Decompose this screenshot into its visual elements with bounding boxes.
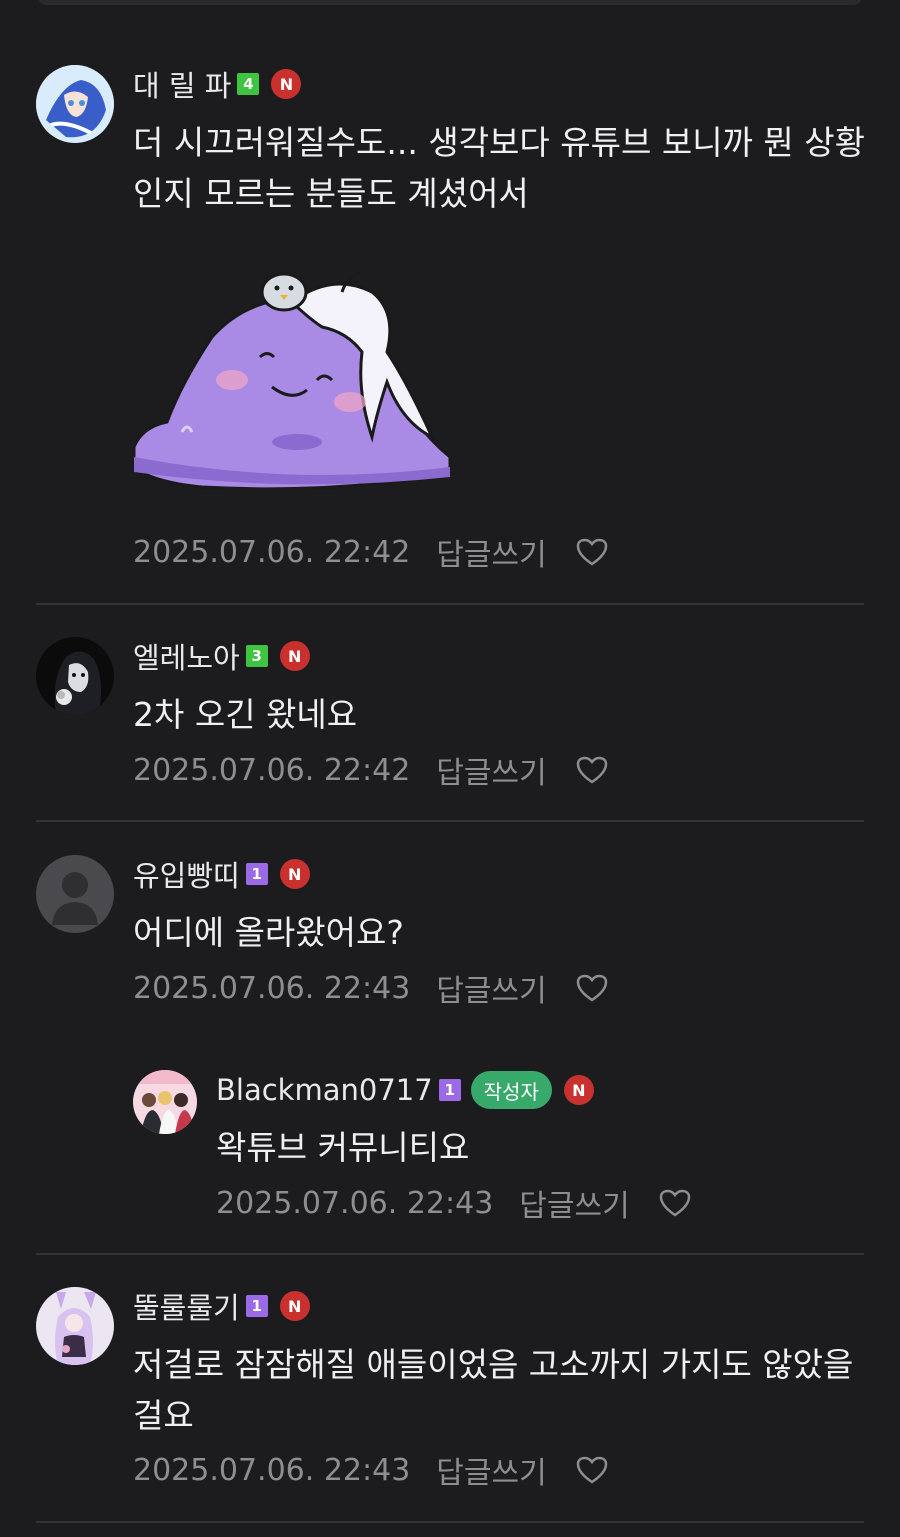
reply-button[interactable]: 답글쓰기 [436, 966, 546, 1010]
heart-icon[interactable] [575, 755, 609, 785]
divider [36, 1521, 864, 1523]
sticker-image [132, 262, 454, 492]
reply-button[interactable]: 답글쓰기 [436, 1448, 546, 1492]
comment-date: 2025.07.06. 22:42 [133, 534, 411, 570]
new-badge: N [271, 69, 302, 99]
reply-button[interactable]: 답글쓰기 [436, 748, 546, 792]
level-badge: 4 [237, 73, 260, 95]
new-badge: N [279, 641, 310, 671]
level-badge: 1 [438, 1079, 461, 1101]
divider [36, 820, 864, 822]
default-avatar-icon [36, 855, 114, 933]
comment-text: 어디에 올라왔어요? [133, 913, 404, 952]
author-badge: 작성자 [470, 1071, 552, 1109]
heart-icon[interactable] [575, 973, 609, 1003]
heart-icon[interactable] [658, 1188, 692, 1218]
previous-input-bar [38, 0, 862, 5]
divider [36, 1253, 864, 1255]
comment-date: 2025.07.06. 22:42 [133, 752, 411, 788]
comment-text: 2차 오긴 왔네요 [133, 695, 358, 734]
reply-button[interactable]: 답글쓰기 [436, 530, 546, 574]
comment-text: 왁튜브 커뮤니티요 [216, 1128, 470, 1167]
level-badge: 1 [245, 1295, 268, 1317]
reply-button[interactable]: 답글쓰기 [519, 1181, 629, 1225]
avatar[interactable] [133, 1070, 197, 1134]
new-badge: N [279, 859, 310, 889]
nickname[interactable]: 엘레노아 [133, 635, 240, 677]
avatar[interactable] [36, 1287, 114, 1365]
new-badge: N [563, 1075, 594, 1105]
level-badge: 3 [245, 645, 268, 667]
nickname[interactable]: 유입빵띠 [133, 853, 240, 895]
heart-icon[interactable] [575, 537, 609, 567]
heart-icon[interactable] [575, 1455, 609, 1485]
nickname[interactable]: 뚤룰룰기 [133, 1285, 240, 1327]
avatar[interactable] [36, 855, 114, 933]
nickname[interactable]: 대 릴 파 [133, 63, 231, 105]
avatar[interactable] [36, 65, 114, 143]
comment-text: 더 시끄러워질수도... 생각보다 유튜브 보니까 뭔 상황인지 모르는 분들도… [133, 123, 865, 213]
comment-text: 저걸로 잠잠해질 애들이었음 고소까지 가지도 않았을걸요 [133, 1345, 854, 1435]
comment-date: 2025.07.06. 22:43 [133, 970, 411, 1006]
comment-date: 2025.07.06. 22:43 [216, 1185, 494, 1221]
comment-date: 2025.07.06. 22:43 [133, 1452, 411, 1488]
new-badge: N [279, 1291, 310, 1321]
nickname[interactable]: Blackman0717 [216, 1073, 433, 1107]
avatar[interactable] [36, 637, 114, 715]
level-badge: 1 [245, 863, 268, 885]
divider [36, 603, 864, 605]
